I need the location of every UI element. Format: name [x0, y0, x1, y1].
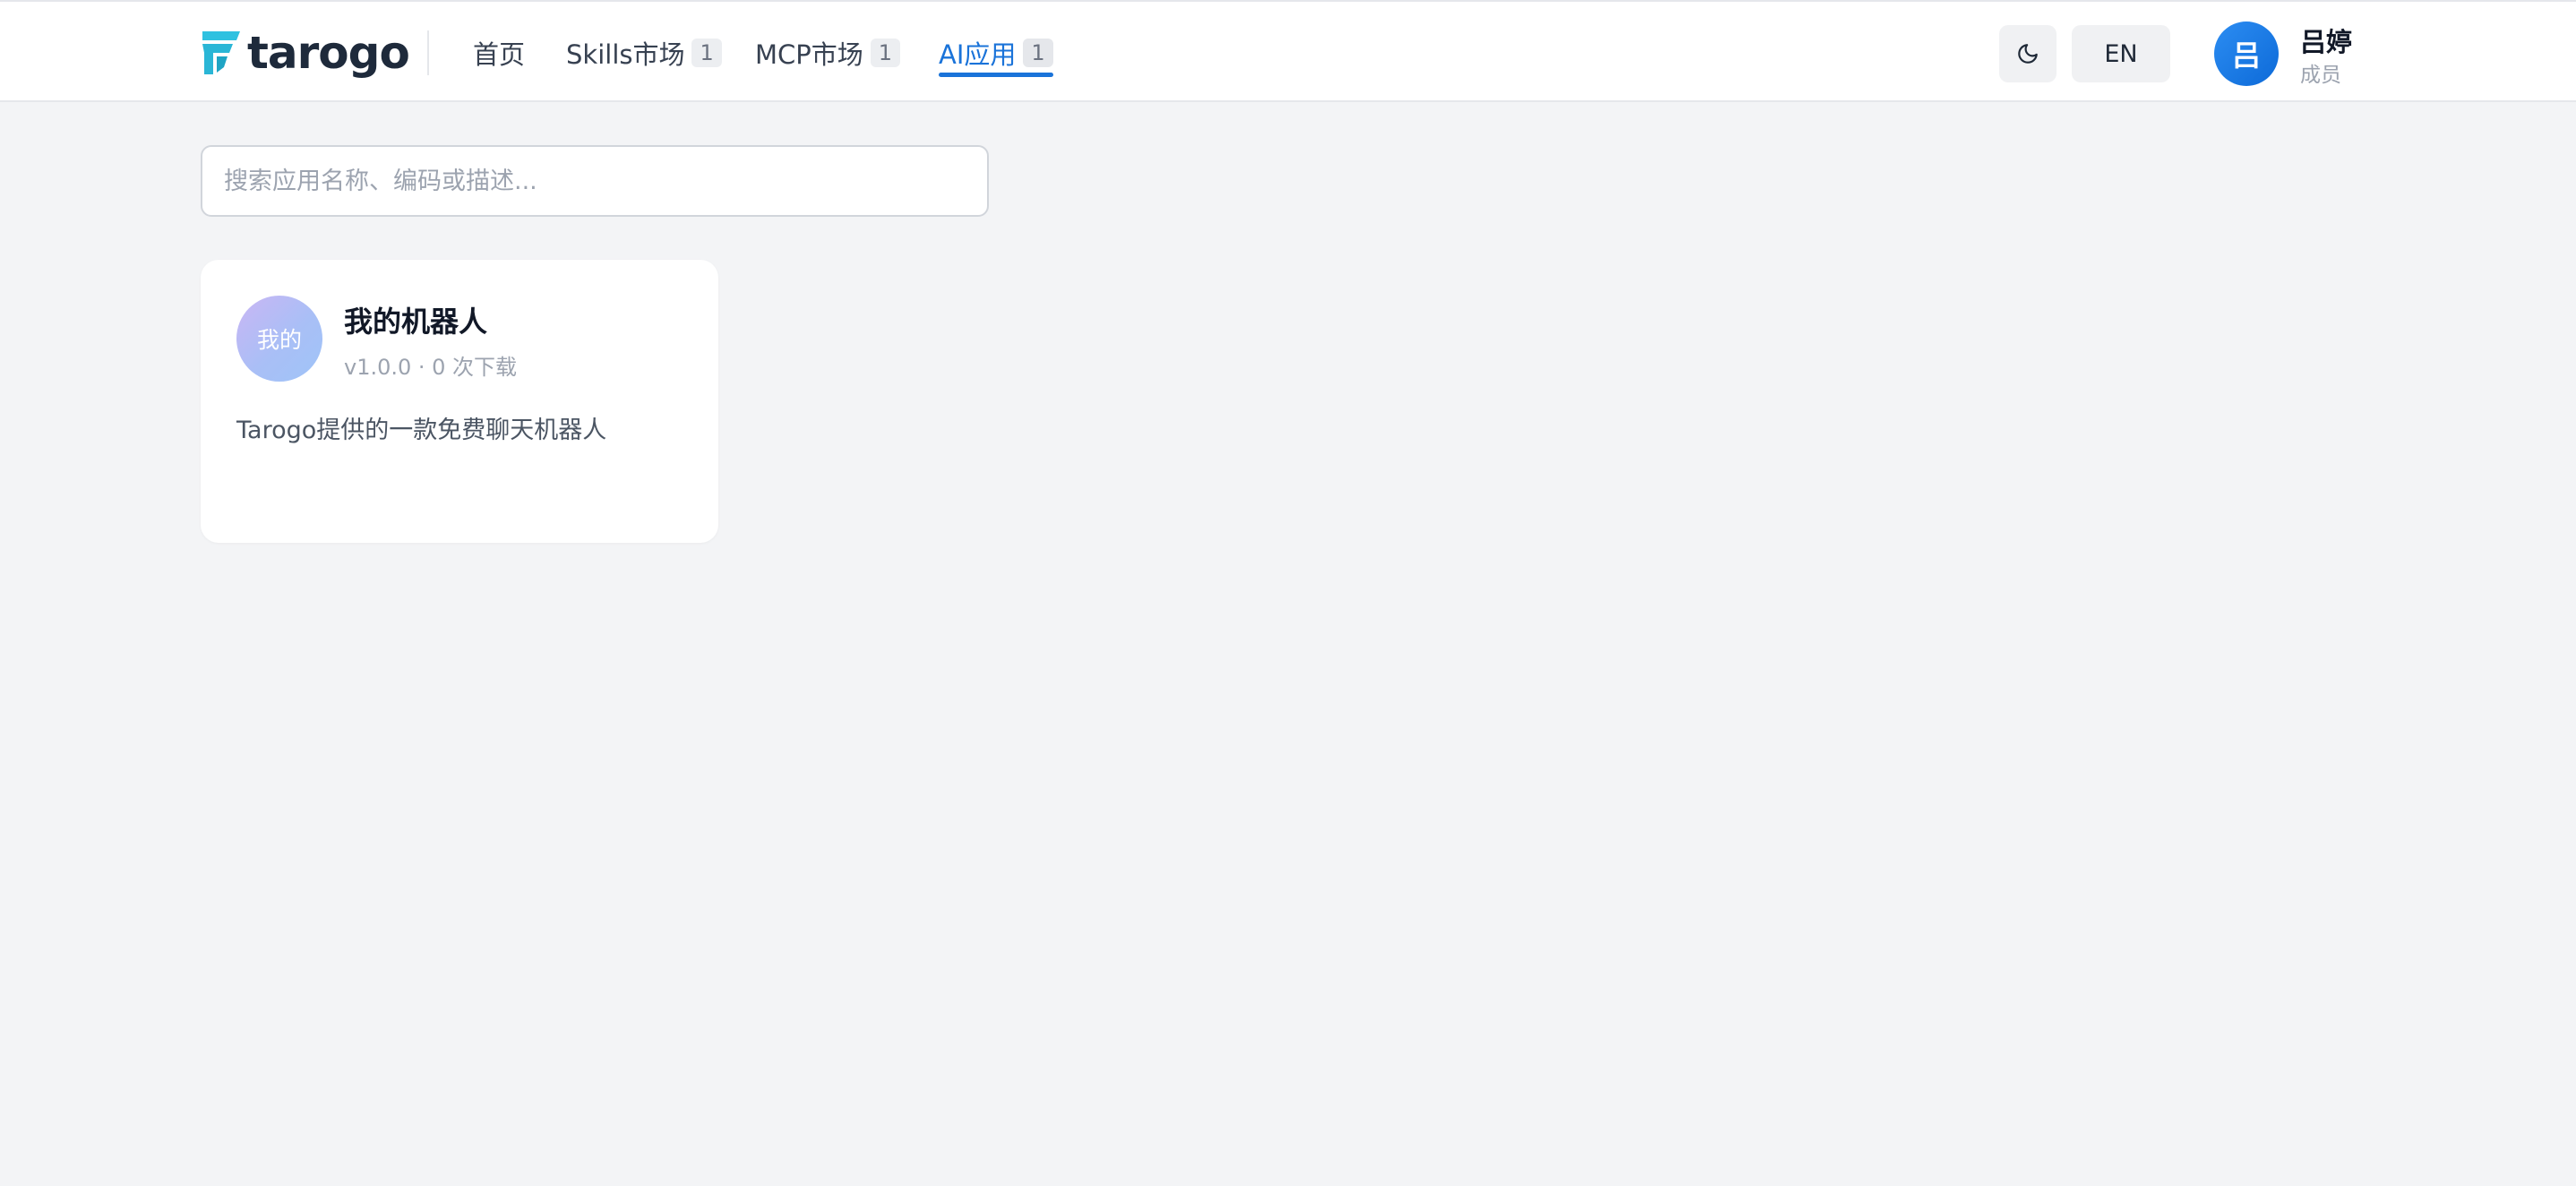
user-avatar-initial: 吕	[2231, 39, 2261, 73]
user-name: 吕婷	[2300, 27, 2353, 57]
active-tab-indicator	[939, 73, 1053, 77]
nav-skills-count-badge: 1	[691, 39, 722, 67]
moon-icon	[2018, 44, 2038, 64]
tarogo-logo-icon	[202, 31, 240, 74]
app-description: Tarogo提供的一款免费聊天机器人	[236, 417, 607, 444]
nav-ai-apps-count-badge: 1	[1023, 39, 1053, 67]
brand-logo[interactable]: tarogo	[201, 27, 410, 79]
nav-ai-apps-label: AI应用	[939, 39, 1017, 70]
app-avatar-text: 我的	[256, 327, 302, 353]
language-toggle-button[interactable]: EN	[2072, 25, 2170, 82]
top-nav-bar: tarogo 首页 Skills市场 1 MCP市场 1 AI应用 1 EN 吕…	[0, 0, 2576, 102]
app-meta: v1.0.0 · 0 次下载	[344, 355, 518, 380]
nav-skills-label: Skills市场	[566, 39, 685, 70]
nav-mcp-market[interactable]: MCP市场 1	[755, 29, 901, 77]
app-search-input[interactable]	[201, 145, 989, 217]
app-name: 我的机器人	[344, 305, 488, 339]
brand-divider	[427, 30, 429, 75]
user-role: 成员	[2300, 64, 2341, 87]
nav-ai-apps[interactable]: AI应用 1	[939, 29, 1053, 77]
user-avatar[interactable]: 吕	[2214, 21, 2279, 86]
nav-home[interactable]: 首页	[473, 29, 525, 77]
language-label: EN	[2104, 39, 2138, 68]
logo-wordmark: tarogo	[247, 27, 410, 79]
nav-home-label: 首页	[473, 39, 526, 70]
nav-mcp-label: MCP市场	[755, 39, 863, 70]
theme-toggle-button[interactable]	[1999, 25, 2057, 82]
app-avatar: 我的	[236, 296, 322, 382]
nav-skills-market[interactable]: Skills市场 1	[566, 29, 722, 77]
app-card[interactable]: 我的 我的机器人 v1.0.0 · 0 次下载 Tarogo提供的一款免费聊天机…	[201, 260, 718, 543]
nav-mcp-count-badge: 1	[870, 39, 901, 67]
